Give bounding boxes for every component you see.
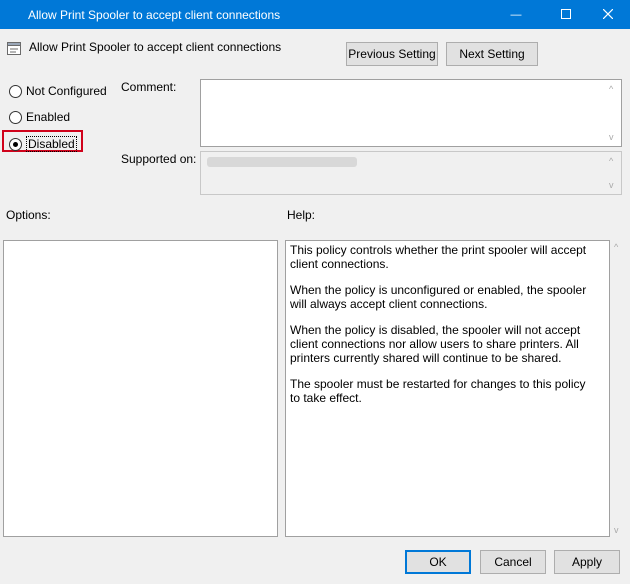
- radio-label-not-configured: Not Configured: [26, 84, 107, 98]
- help-label: Help:: [287, 208, 316, 222]
- help-text: This policy controls whether the print s…: [290, 243, 590, 417]
- window-title: Allow Print Spooler to accept client con…: [28, 8, 281, 22]
- policy-name: Allow Print Spooler to accept client con…: [29, 40, 282, 54]
- supported-on-field: ^ v: [200, 151, 622, 195]
- scroll-up-icon[interactable]: ^: [614, 242, 618, 252]
- options-label: Options:: [6, 208, 51, 222]
- radio-not-configured[interactable]: Not Configured: [9, 84, 107, 98]
- radio-enabled[interactable]: Enabled: [9, 110, 70, 124]
- help-paragraph: When the policy is disabled, the spooler…: [290, 323, 581, 365]
- radio-button[interactable]: [9, 84, 22, 98]
- close-icon: [602, 8, 614, 22]
- minimize-icon: —: [510, 8, 522, 21]
- scroll-up-icon[interactable]: ^: [609, 84, 613, 94]
- help-paragraph: When the policy is unconfigured or enabl…: [290, 283, 587, 311]
- supported-on-label: Supported on:: [121, 152, 197, 166]
- scroll-up-icon: ^: [609, 156, 614, 166]
- ok-button[interactable]: OK: [405, 550, 471, 574]
- maximize-button[interactable]: [544, 0, 588, 29]
- next-setting-button[interactable]: Next Setting: [446, 42, 538, 66]
- radio-label-enabled: Enabled: [26, 110, 71, 124]
- maximize-icon: [561, 8, 571, 22]
- minimize-button[interactable]: —: [494, 0, 538, 29]
- help-panel: This policy controls whether the print s…: [285, 240, 610, 537]
- comment-label: Comment:: [121, 80, 177, 94]
- radio-label-disabled: Disabled: [26, 136, 77, 152]
- options-panel: [3, 240, 278, 537]
- apply-button[interactable]: Apply: [554, 550, 620, 574]
- help-paragraph: This policy controls whether the print s…: [290, 243, 587, 271]
- title-bar: Allow Print Spooler to accept client con…: [0, 0, 630, 29]
- help-paragraph: The spooler must be restarted for change…: [290, 377, 586, 405]
- help-scrollbar[interactable]: ^ v: [610, 240, 626, 537]
- close-button[interactable]: [586, 0, 630, 29]
- scroll-down-icon: v: [609, 180, 614, 190]
- supported-on-scrollbar: ^ v: [605, 152, 621, 194]
- policy-icon: [7, 41, 21, 58]
- cancel-button[interactable]: Cancel: [480, 550, 546, 574]
- scroll-down-icon[interactable]: v: [609, 132, 614, 142]
- comment-field[interactable]: ^ v: [200, 79, 622, 147]
- scroll-down-icon[interactable]: v: [614, 525, 619, 535]
- comment-scrollbar[interactable]: ^ v: [605, 80, 621, 146]
- radio-disabled[interactable]: Disabled: [9, 136, 77, 152]
- radio-button[interactable]: [9, 110, 22, 124]
- radio-button-selected[interactable]: [9, 137, 22, 151]
- redacted-text: [207, 157, 357, 167]
- previous-setting-button[interactable]: Previous Setting: [346, 42, 438, 66]
